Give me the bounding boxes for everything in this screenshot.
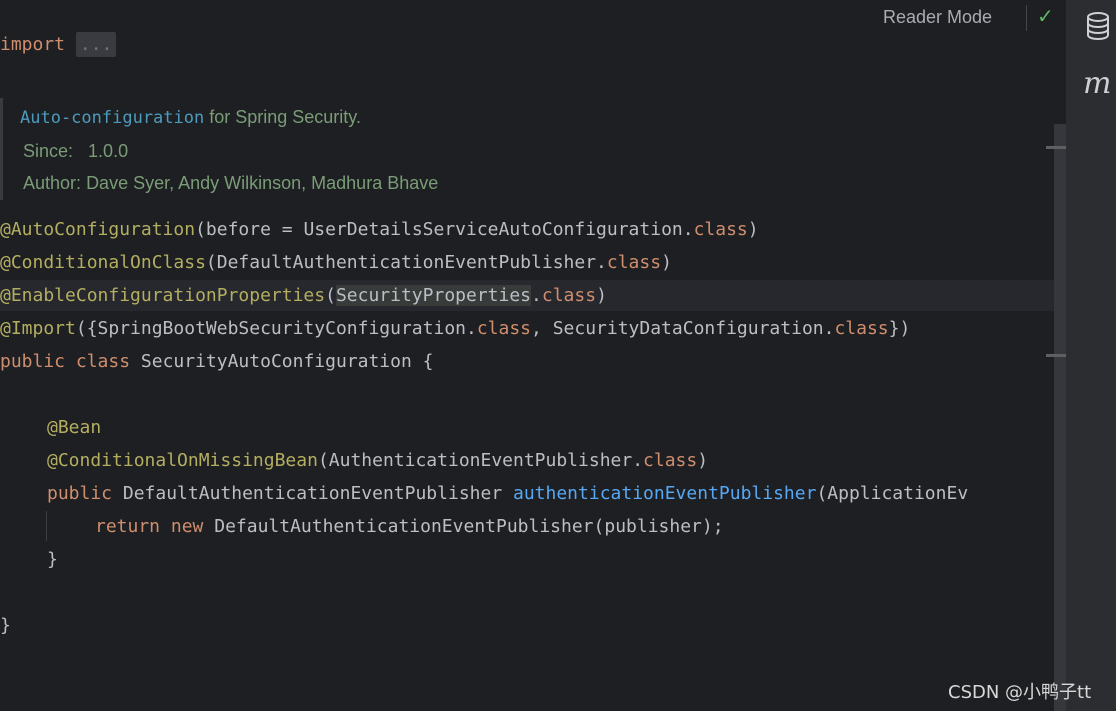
doc-author-label: Author: [23, 173, 82, 193]
code-text: (DefaultAuthenticationEventPublisher. [205, 252, 607, 273]
code-text: (AuthenticationEventPublisher. [317, 450, 644, 471]
doc-since: Since: 1.0.0 [23, 141, 128, 162]
code-line-import[interactable]: import ... [0, 30, 117, 60]
code-editor[interactable]: import ... Auto-configuration for Spring… [0, 0, 1066, 711]
toolbar-separator [1026, 5, 1027, 31]
code-line-conditional-on-class[interactable]: @ConditionalOnClass(DefaultAuthenticatio… [0, 248, 672, 278]
scrollbar-marker [1046, 146, 1066, 149]
database-icon[interactable] [1086, 12, 1110, 44]
code-text: ) [747, 219, 759, 240]
keyword-class: class [606, 252, 662, 273]
doc-author-value: Dave Syer, Andy Wilkinson, Madhura Bhave [86, 173, 439, 193]
code-text: DefaultAuthenticationEventPublisher(publ… [203, 516, 724, 537]
code-text: ) [697, 450, 709, 471]
method-name: authenticationEventPublisher [513, 483, 817, 504]
code-line-class-close[interactable]: } [0, 611, 11, 641]
code-text: . [531, 285, 542, 306]
annotation: @AutoConfiguration [0, 219, 196, 240]
code-text: (ApplicationEv [816, 483, 969, 504]
code-line-import-annotation[interactable]: @Import({SpringBootWebSecurityConfigurat… [0, 314, 910, 344]
keyword-import: import [0, 34, 66, 55]
maven-icon[interactable]: m [1083, 66, 1111, 101]
code-text: ) [596, 285, 607, 306]
folded-imports[interactable]: ... [75, 32, 117, 57]
keyword-class: class [476, 318, 532, 339]
keyword-public: public [47, 483, 113, 504]
indent-guide [46, 511, 47, 541]
keyword-class: class [643, 450, 698, 471]
code-line-enable-configuration-properties[interactable]: @EnableConfigurationProperties(SecurityP… [0, 281, 607, 311]
doc-summary: Auto-configuration for Spring Security. [20, 107, 361, 128]
code-line-class-declaration[interactable]: public class SecurityAutoConfiguration { [0, 347, 434, 377]
scrollbar-marker [1046, 354, 1066, 357]
code-text: , SecurityDataConfiguration. [531, 318, 835, 339]
code-line-autoconfiguration[interactable]: @AutoConfiguration(before = UserDetailsS… [0, 215, 759, 245]
doc-since-label: Since: [23, 141, 74, 161]
code-text: (before = UserDetailsServiceAutoConfigur… [195, 219, 694, 240]
code-line-bean[interactable]: @Bean [47, 413, 101, 443]
code-line-conditional-on-missing-bean[interactable]: @ConditionalOnMissingBean(Authentication… [47, 446, 708, 476]
annotation: @Import [0, 318, 76, 339]
keyword-class: class [75, 351, 131, 372]
doc-comment-bar [0, 98, 3, 200]
right-tool-window-bar [1066, 0, 1116, 711]
annotation: @ConditionalOnMissingBean [47, 450, 318, 471]
vertical-scrollbar[interactable] [1054, 124, 1066, 711]
code-line-method-close[interactable]: } [47, 545, 58, 575]
code-text: }) [888, 318, 911, 339]
code-text: DefaultAuthenticationEventPublisher [112, 483, 513, 504]
highlighted-identifier[interactable]: SecurityProperties [335, 285, 532, 306]
keyword-class: class [693, 219, 748, 240]
annotation: @ConditionalOnClass [0, 252, 206, 273]
keyword-new: new [170, 516, 204, 537]
keyword-class: class [541, 285, 597, 306]
code-line-method-signature[interactable]: public DefaultAuthenticationEventPublish… [47, 479, 968, 509]
keyword-return: return [95, 516, 161, 537]
code-text: ( [325, 285, 336, 306]
doc-author: Author: Dave Syer, Andy Wilkinson, Madhu… [23, 173, 438, 194]
code-text: ) [661, 252, 672, 273]
keyword-class: class [834, 318, 889, 339]
code-text: ({SpringBootWebSecurityConfiguration. [75, 318, 477, 339]
doc-since-value: 1.0.0 [88, 141, 129, 161]
code-line-return[interactable]: return new DefaultAuthenticationEventPub… [95, 512, 724, 542]
doc-link-autoconfiguration[interactable]: Auto-configuration [20, 108, 204, 128]
code-text: SecurityAutoConfiguration { [130, 351, 434, 372]
annotation: @Bean [47, 417, 102, 438]
closing-brace: } [0, 615, 11, 636]
closing-brace: } [47, 549, 58, 570]
annotation: @EnableConfigurationProperties [0, 285, 326, 306]
keyword-public: public [0, 351, 66, 372]
watermark: CSDN @小鸭子tt [948, 682, 1092, 703]
check-icon[interactable]: ✓ [1037, 4, 1054, 28]
reader-mode-button[interactable]: Reader Mode [883, 7, 992, 28]
doc-summary-text: for Spring Security. [204, 107, 361, 127]
